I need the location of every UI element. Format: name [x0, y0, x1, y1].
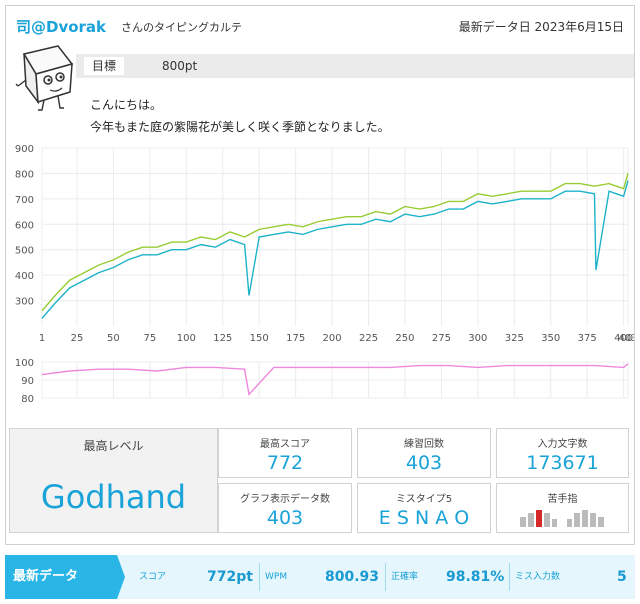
x-tick-label: 350 — [541, 333, 560, 344]
goal-value: 800pt — [162, 59, 198, 73]
x-tick-label: 300 — [468, 333, 487, 344]
latest-wpm-value: 800.93 — [325, 569, 380, 585]
latest-date-label: 最新データ日 — [458, 20, 531, 34]
latest-miss-value: 5 — [617, 569, 627, 585]
latest-wpm-label: WPM — [265, 572, 288, 582]
divider — [259, 563, 260, 591]
stat-max-level-title: 最高レベル — [83, 439, 144, 453]
stat-chars-typed: 入力文字数 173671 — [496, 428, 629, 478]
latest-score-value: 772pt — [207, 569, 253, 585]
stat-max-level: 最高レベル Godhand — [9, 428, 218, 533]
y-tick-label: 300 — [15, 297, 34, 308]
stat-practice-count-title: 練習回数 — [404, 439, 444, 450]
x-tick-label: 175 — [286, 333, 305, 344]
y-tick-label: 800 — [15, 169, 34, 180]
y-tick-label: 900 — [15, 144, 34, 155]
stat-weak-finger: 苦手指 — [496, 483, 629, 533]
stat-miss-types-title: ミスタイプ5 — [395, 494, 453, 505]
x-tick-label: 403 — [618, 333, 634, 344]
stat-graph-points: グラフ表示データ数 403 — [218, 483, 352, 533]
goal-label: 目標 — [84, 57, 125, 75]
stat-chars-typed-value: 173671 — [526, 452, 599, 474]
x-tick-label: 150 — [250, 333, 269, 344]
divider — [509, 563, 510, 591]
y-tick-label: 700 — [15, 195, 34, 206]
x-tick-label: 250 — [395, 333, 414, 344]
y-tick-label: 600 — [15, 220, 34, 231]
y-tick-label: 80 — [21, 394, 34, 405]
stat-max-level-value: Godhand — [40, 478, 187, 516]
stat-best-score-title: 最高スコア — [260, 439, 310, 450]
x-tick-label: 325 — [505, 333, 524, 344]
x-tick-label: 25 — [71, 333, 84, 344]
page-subtitle: さんのタイピングカルテ — [121, 21, 242, 34]
greeting-line-2: 今年もまた庭の紫陽花が美しく咲く季節となりました。 — [90, 120, 390, 134]
greeting: こんにちは。 今年もまた庭の紫陽花が美しく咲く季節となりました。 — [90, 94, 390, 138]
username-link[interactable]: 司@Dvorak — [16, 16, 106, 37]
latest-miss-label: ミス入力数 — [515, 572, 561, 582]
latest-data-bar: 最新データ スコア 772pt WPM 800.93 正確率 98.81% ミス… — [5, 555, 635, 599]
x-tick-label: 275 — [432, 333, 451, 344]
latest-data-tag: 最新データ — [5, 555, 125, 599]
divider — [385, 563, 386, 591]
latest-accuracy-value: 98.81% — [446, 569, 505, 585]
y-tick-label: 500 — [15, 246, 34, 257]
stat-best-score: 最高スコア 772 — [218, 428, 352, 478]
greeting-line-1: こんにちは。 — [90, 98, 163, 112]
x-tick-label: 75 — [144, 333, 157, 344]
stat-miss-types: ミスタイプ5 E S N A O — [357, 483, 491, 533]
x-tick-label: 200 — [323, 333, 342, 344]
stat-graph-points-title: グラフ表示データ数 — [240, 494, 330, 505]
progress-chart: 1 25 50 75 100 125 150 175 200 225 250 275 300 325 350… — [15, 144, 634, 405]
stat-best-score-value: 772 — [266, 452, 304, 474]
latest-date-value: 2023年6月15日 — [534, 20, 624, 34]
accuracy-series-line — [41, 363, 629, 396]
goal-bar: 目標 800pt — [76, 54, 634, 78]
latest-date: 最新データ日 2023年6月15日 — [459, 18, 624, 35]
mascot-icon — [15, 45, 74, 111]
x-tick-label: 100 — [177, 333, 196, 344]
x-tick-label: 50 — [107, 333, 120, 344]
stat-weak-finger-title: 苦手指 — [547, 494, 578, 505]
stat-graph-points-value: 403 — [266, 507, 304, 529]
stat-practice-count-value: 403 — [405, 452, 443, 474]
stat-practice-count: 練習回数 403 — [357, 428, 491, 478]
weak-finger-hands-icon — [519, 510, 604, 527]
x-tick-label: 225 — [359, 333, 378, 344]
stat-miss-types-value: E S N A O — [378, 507, 470, 529]
wpm-series-line — [41, 172, 629, 312]
y-tick-label: 400 — [15, 271, 34, 282]
latest-accuracy-label: 正確率 — [391, 572, 419, 582]
stat-chars-typed-title: 入力文字数 — [537, 439, 588, 450]
y-tick-label: 100 — [15, 358, 34, 369]
header: 司@Dvorak さんのタイピングカルテ 最新データ日 2023年6月15日 — [6, 6, 634, 42]
x-tick-label: 125 — [213, 333, 232, 344]
latest-score-label: スコア — [139, 572, 167, 582]
x-tick-label: 375 — [578, 333, 597, 344]
x-tick-label: 1 — [39, 333, 45, 344]
y-tick-label: 90 — [21, 376, 34, 387]
